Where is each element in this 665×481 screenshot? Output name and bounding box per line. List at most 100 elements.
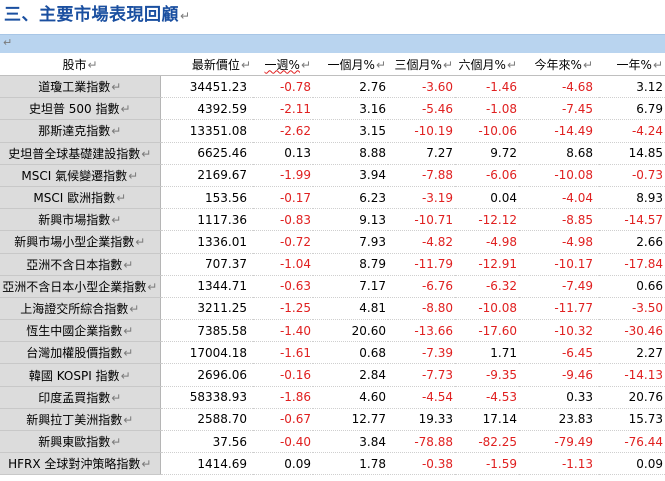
header-label: 最新價位	[191, 57, 240, 72]
latest-price-cell: 1336.01	[160, 230, 253, 254]
return-cell: 0.68	[313, 341, 388, 365]
index-name-cell: 新興市場小型企業指數↵	[0, 230, 161, 254]
return-cell: -0.83	[253, 208, 313, 232]
return-cell: 7.27	[388, 142, 455, 165]
index-name: 道瓊工業指數	[38, 80, 111, 95]
table-row: 亞洲不含日本指數↵ 707.37 -1.04 8.79 -11.79 -12.91 -10.…	[0, 253, 665, 276]
return-cell: -12.91	[455, 253, 519, 276]
paragraph-mark-icon: ↵	[141, 146, 152, 161]
return-cell: 14.85	[599, 142, 665, 165]
paragraph-mark-icon: ↵	[87, 57, 98, 72]
return-cell: -11.79	[388, 253, 455, 276]
index-name: 新興東歐指數	[38, 435, 111, 450]
latest-price-cell: 58338.93	[160, 386, 253, 409]
index-name-cell: 那斯達克指數↵	[0, 119, 161, 143]
return-cell: -4.68	[519, 75, 599, 99]
return-cell: -0.16	[253, 363, 313, 387]
return-cell: -6.32	[455, 275, 519, 298]
paragraph-mark-icon: ↵	[582, 57, 593, 72]
table-row: 上海證交所綜合指數↵ 3211.25 -1.25 4.81 -8.80 -10.08 -11…	[0, 297, 665, 321]
paragraph-mark-icon: ↵	[123, 324, 134, 339]
return-cell: -17.60	[455, 319, 519, 343]
return-cell: 3.16	[313, 97, 388, 121]
return-cell: -1.46	[455, 75, 519, 99]
return-cell: -4.98	[519, 230, 599, 254]
paragraph-mark-icon: ↵	[111, 213, 122, 228]
index-name: MSCI 歐洲指數	[33, 191, 116, 206]
return-cell: -10.71	[388, 208, 455, 232]
return-cell: -3.19	[388, 186, 455, 210]
index-name: HFRX 全球對沖策略指數	[8, 457, 141, 472]
return-cell: 6.79	[599, 97, 665, 121]
return-cell: -4.53	[455, 386, 519, 409]
paragraph-mark-icon: ↵	[506, 57, 517, 72]
blue-separator-bar: ↵	[0, 34, 665, 53]
return-cell: -6.76	[388, 275, 455, 298]
paragraph-mark-icon: ↵	[180, 9, 191, 23]
table-row: 史坦普全球基礎建設指數↵ 6625.46 0.13 8.88 7.27 9.72 8.68 1…	[0, 142, 665, 165]
index-name-cell: 新興市場指數↵	[0, 208, 161, 232]
paragraph-mark-icon: ↵	[123, 257, 134, 272]
table-row: 台灣加權股價指數↵ 17004.18 -1.61 0.68 -7.39 1.71 -6.45…	[0, 341, 665, 365]
return-cell: 23.83	[519, 408, 599, 432]
return-cell: -6.45	[519, 341, 599, 365]
paragraph-mark-icon: ↵	[123, 346, 134, 361]
paragraph-mark-icon: ↵	[129, 301, 140, 316]
paragraph-mark-icon: ↵	[111, 390, 122, 405]
table-header-row: 股市↵ 最新價位↵ 一週%↵ 一個月%↵ 三個月%↵ 六個月%↵ 今年來%↵ 一年%↵	[0, 53, 665, 76]
return-cell: -6.06	[455, 164, 519, 187]
header-label: 六個月%	[458, 57, 506, 72]
market-performance-table: 股市↵ 最新價位↵ 一週%↵ 一個月%↵ 三個月%↵ 六個月%↵ 今年來%↵ 一年%↵ 道瓊工…	[0, 53, 665, 476]
return-cell: -17.84	[599, 253, 665, 276]
paragraph-mark-icon: ↵	[123, 412, 134, 427]
header-label: 今年來%	[534, 57, 582, 72]
return-cell: -1.99	[253, 164, 313, 187]
latest-price-cell: 1344.71	[160, 275, 253, 298]
return-cell: -0.17	[253, 186, 313, 210]
return-cell: 15.73	[599, 408, 665, 432]
latest-price-cell: 4392.59	[160, 97, 253, 121]
latest-price-cell: 1414.69	[160, 452, 253, 476]
return-cell: -1.61	[253, 341, 313, 365]
header-label: 三個月%	[394, 57, 442, 72]
index-name-cell: 台灣加權股價指數↵	[0, 341, 161, 365]
return-cell: 3.84	[313, 430, 388, 454]
return-cell: 3.15	[313, 119, 388, 143]
return-cell: 9.72	[455, 142, 519, 165]
return-cell: -10.19	[388, 119, 455, 143]
header-label: 一週%	[264, 57, 300, 72]
return-cell: 0.66	[599, 275, 665, 298]
index-name-cell: 亞洲不含日本小型企業指數↵	[0, 275, 161, 298]
return-cell: 8.79	[313, 253, 388, 276]
return-cell: -0.40	[253, 430, 313, 454]
index-name-cell: 恆生中國企業指數↵	[0, 319, 161, 343]
return-cell: -0.73	[599, 164, 665, 187]
latest-price-cell: 153.56	[160, 186, 253, 210]
paragraph-mark-icon: ↵	[111, 124, 122, 139]
header-col-6m: 六個月%↵	[455, 53, 519, 76]
index-name-cell: 史坦普 500 指數↵	[0, 97, 161, 121]
return-cell: 20.76	[599, 386, 665, 409]
return-cell: 6.23	[313, 186, 388, 210]
return-cell: 4.81	[313, 297, 388, 321]
paragraph-mark-icon: ↵	[141, 457, 152, 472]
return-cell: -10.17	[519, 253, 599, 276]
return-cell: -8.85	[519, 208, 599, 232]
return-cell: -4.54	[388, 386, 455, 409]
paragraph-mark-icon: ↵	[135, 235, 146, 250]
return-cell: -4.82	[388, 230, 455, 254]
return-cell: -3.60	[388, 75, 455, 99]
table-row: HFRX 全球對沖策略指數↵ 1414.69 0.09 1.78 -0.38 -1.59-…	[0, 452, 665, 476]
table-row: 新興東歐指數↵ 37.56 -0.40 3.84 -78.88 -82.25 -79.49-…	[0, 430, 665, 454]
table-row: 道瓊工業指數↵ 34451.23 -0.78 2.76 -3.60 -1.46 -4.68 3…	[0, 75, 665, 99]
paragraph-mark-icon: ↵	[300, 57, 311, 72]
return-cell: -8.80	[388, 297, 455, 321]
paragraph-mark-icon: ↵	[120, 368, 131, 383]
paragraph-mark-icon: ↵	[128, 168, 139, 183]
index-name: 那斯達克指數	[38, 124, 111, 139]
return-cell: -4.24	[599, 119, 665, 143]
return-cell: 4.60	[313, 386, 388, 409]
return-cell: 3.94	[313, 164, 388, 187]
paragraph-mark-icon: ↵	[120, 102, 131, 117]
return-cell: -5.46	[388, 97, 455, 121]
